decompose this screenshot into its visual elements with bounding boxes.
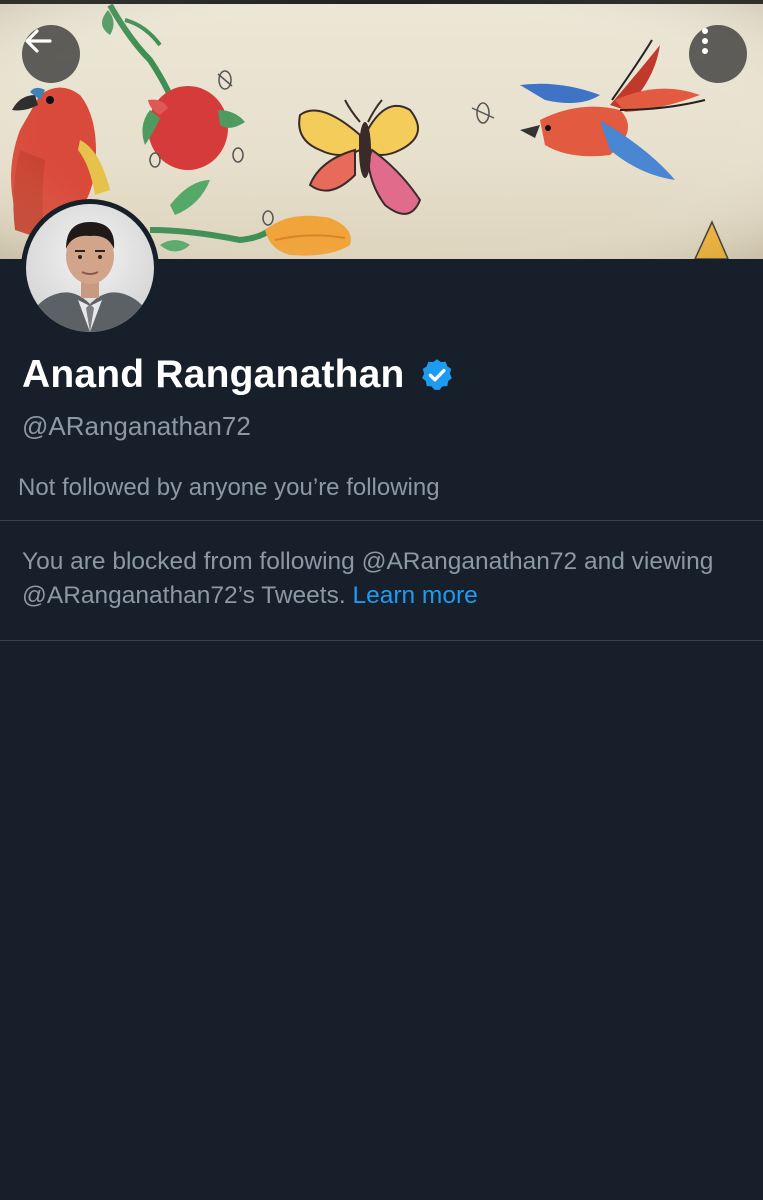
learn-more-link[interactable]: Learn more xyxy=(352,582,477,609)
followers-you-know: Not followed by anyone you’re following xyxy=(18,474,440,501)
arrow-left-icon xyxy=(25,29,52,53)
profile-name-row: Anand Ranganathan xyxy=(22,353,455,397)
profile-page: Anand Ranganathan @ARanganathan72 Not fo… xyxy=(0,0,763,1200)
divider xyxy=(0,640,763,641)
back-button[interactable] xyxy=(22,25,80,83)
display-name: Anand Ranganathan xyxy=(22,353,405,396)
profile-avatar[interactable] xyxy=(21,199,159,337)
divider xyxy=(0,520,763,521)
verified-badge-icon[interactable] xyxy=(419,357,455,393)
vertical-dots-icon xyxy=(702,28,708,54)
avatar-photo xyxy=(26,222,154,332)
blocked-notice: You are blocked from following @ARangana… xyxy=(22,545,722,613)
more-options-button[interactable] xyxy=(689,25,747,83)
profile-handle: @ARanganathan72 xyxy=(22,411,251,441)
